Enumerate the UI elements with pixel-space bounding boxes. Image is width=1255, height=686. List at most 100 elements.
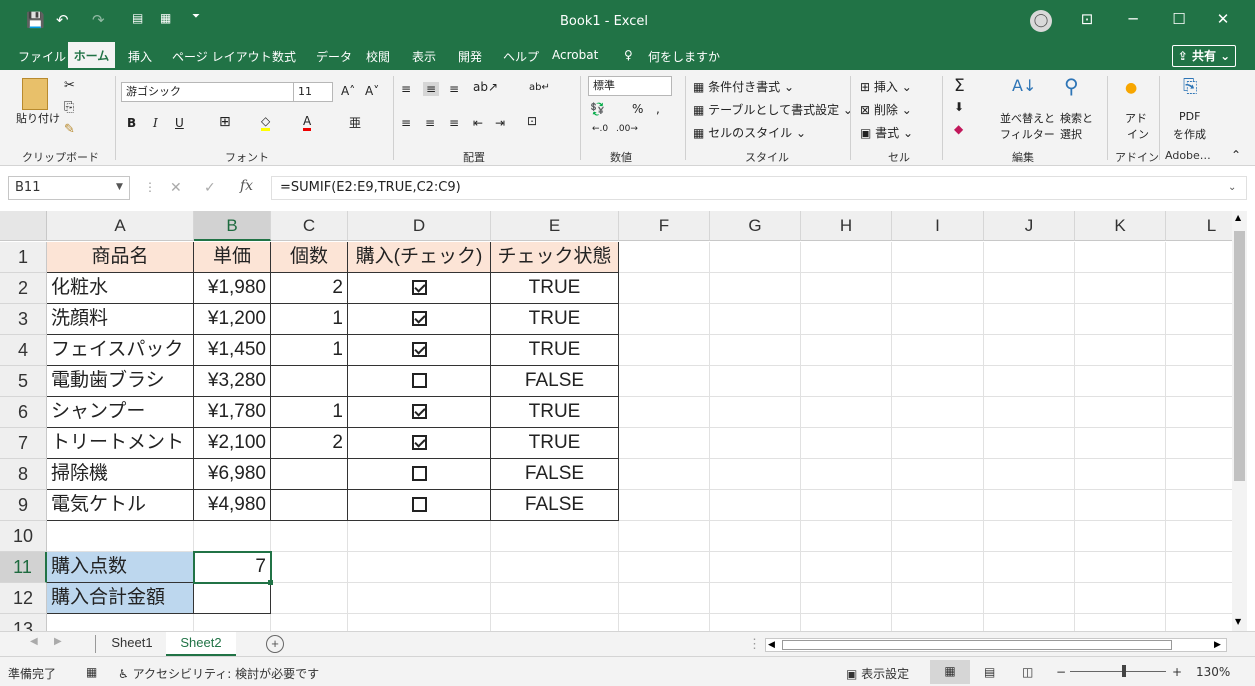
grid-cell[interactable] bbox=[194, 521, 271, 552]
number-format-box[interactable]: 標準 bbox=[588, 76, 672, 96]
expand-formula-icon[interactable]: ⌄ bbox=[1228, 182, 1236, 193]
column-header-k[interactable]: K bbox=[1075, 211, 1166, 241]
table-header-cell[interactable]: チェック状態 bbox=[491, 242, 619, 273]
account-avatar[interactable]: ◯ bbox=[1030, 10, 1052, 32]
normal-view-icon[interactable]: ▦ bbox=[930, 660, 970, 684]
column-header-b[interactable]: B bbox=[194, 211, 271, 241]
format-cells-button[interactable]: ▣ 書式 ⌄ bbox=[860, 124, 913, 141]
column-header-j[interactable]: J bbox=[984, 211, 1075, 241]
scroll-down-icon[interactable]: ▼ bbox=[1235, 617, 1241, 626]
grid-cell[interactable] bbox=[619, 242, 710, 273]
orientation-icon[interactable]: ab↗ bbox=[473, 80, 498, 94]
grid-cell[interactable] bbox=[984, 335, 1075, 366]
grid-cell[interactable] bbox=[491, 583, 619, 614]
customize-qat-icon[interactable]: ⏷ bbox=[192, 11, 200, 22]
row-header-4[interactable]: 4 bbox=[0, 335, 47, 366]
grid-cell[interactable] bbox=[710, 397, 801, 428]
collapse-ribbon-icon[interactable]: ⌃ bbox=[1231, 148, 1241, 162]
increase-indent-icon[interactable]: ⇥ bbox=[495, 116, 505, 130]
zoom-out-button[interactable]: − bbox=[1056, 665, 1066, 679]
grid-cell[interactable] bbox=[984, 242, 1075, 273]
grid-cell[interactable] bbox=[619, 366, 710, 397]
grid-cell[interactable] bbox=[1075, 397, 1166, 428]
summary-label-cell[interactable]: 購入合計金額 bbox=[47, 583, 194, 614]
zoom-level[interactable]: 130% bbox=[1196, 665, 1230, 679]
quantity-cell[interactable] bbox=[271, 459, 348, 490]
grid-cell[interactable] bbox=[1166, 459, 1232, 490]
grid-cell[interactable] bbox=[710, 521, 801, 552]
grid-cell[interactable] bbox=[1075, 242, 1166, 273]
font-size-box[interactable]: 11 bbox=[293, 82, 333, 102]
grid-cell[interactable] bbox=[710, 242, 801, 273]
check-state-cell[interactable]: TRUE bbox=[491, 304, 619, 335]
checkbox-checked[interactable] bbox=[411, 435, 427, 451]
grid-cell[interactable] bbox=[710, 335, 801, 366]
checkbox-checked[interactable] bbox=[411, 311, 427, 327]
fill-color-icon[interactable]: ◇ bbox=[261, 114, 271, 131]
checkbox-checked[interactable] bbox=[411, 404, 427, 420]
enter-icon[interactable]: ✓ bbox=[204, 180, 216, 196]
row-header-1[interactable]: 1 bbox=[0, 242, 47, 273]
grid-cell[interactable] bbox=[710, 428, 801, 459]
tab-data[interactable]: データ bbox=[316, 48, 352, 65]
grid-cell[interactable] bbox=[801, 583, 892, 614]
horizontal-scrollbar[interactable]: ◀ ▶ bbox=[765, 638, 1227, 652]
grid-cell[interactable] bbox=[801, 459, 892, 490]
tab-view[interactable]: 表示 bbox=[412, 48, 436, 65]
price-cell[interactable]: ¥6,980 bbox=[194, 459, 271, 490]
align-center-icon[interactable]: ≡ bbox=[425, 116, 435, 130]
grid-cell[interactable] bbox=[892, 490, 984, 521]
check-state-cell[interactable]: TRUE bbox=[491, 397, 619, 428]
tab-page-layout[interactable]: ページ レイアウト bbox=[172, 48, 272, 65]
price-cell[interactable]: ¥1,200 bbox=[194, 304, 271, 335]
row-header-7[interactable]: 7 bbox=[0, 428, 47, 459]
grid-cell[interactable] bbox=[710, 583, 801, 614]
close-button[interactable]: ✕ bbox=[1208, 10, 1238, 28]
tab-review[interactable]: 校閲 bbox=[366, 48, 390, 65]
grid-cell[interactable] bbox=[984, 273, 1075, 304]
grid-cell[interactable] bbox=[619, 428, 710, 459]
check-state-cell[interactable]: FALSE bbox=[491, 459, 619, 490]
sheet-tab-sheet1[interactable]: Sheet1 bbox=[100, 632, 164, 656]
quantity-cell[interactable] bbox=[271, 366, 348, 397]
quantity-cell[interactable]: 1 bbox=[271, 335, 348, 366]
wrap-text-icon[interactable]: ab↵ bbox=[529, 82, 550, 93]
grid-cell[interactable] bbox=[1166, 335, 1232, 366]
price-cell[interactable]: ¥1,780 bbox=[194, 397, 271, 428]
grid-cell[interactable] bbox=[619, 335, 710, 366]
pdf-icon[interactable]: ⎘ bbox=[1183, 76, 1197, 97]
table-header-cell[interactable]: 商品名 bbox=[47, 242, 194, 273]
grid-cell[interactable] bbox=[710, 614, 801, 631]
addin-button-2[interactable]: イン bbox=[1127, 126, 1149, 142]
product-name-cell[interactable]: フェイスパック bbox=[47, 335, 194, 366]
tab-file[interactable]: ファイル bbox=[18, 48, 66, 65]
tab-home[interactable]: ホーム bbox=[68, 42, 115, 70]
grid-cell[interactable] bbox=[892, 552, 984, 583]
purchase-checkbox-cell[interactable] bbox=[348, 490, 491, 521]
grid-cell[interactable] bbox=[801, 490, 892, 521]
grid-cell[interactable] bbox=[1166, 490, 1232, 521]
grid-cell[interactable] bbox=[984, 583, 1075, 614]
purchase-checkbox-cell[interactable] bbox=[348, 428, 491, 459]
grid-cell[interactable] bbox=[710, 490, 801, 521]
grid-cell[interactable] bbox=[1166, 614, 1232, 631]
next-sheet-icon[interactable]: ▶ bbox=[54, 636, 62, 647]
addin-icon[interactable]: ● bbox=[1125, 80, 1137, 96]
grid-cell[interactable] bbox=[1166, 366, 1232, 397]
product-name-cell[interactable]: 掃除機 bbox=[47, 459, 194, 490]
grid-cell[interactable] bbox=[1075, 273, 1166, 304]
underline-button[interactable]: U bbox=[175, 116, 184, 130]
grid-cell[interactable] bbox=[1075, 552, 1166, 583]
purchase-checkbox-cell[interactable] bbox=[348, 273, 491, 304]
find-select-label-2[interactable]: 選択 bbox=[1060, 126, 1082, 142]
product-name-cell[interactable]: トリートメント bbox=[47, 428, 194, 459]
grid-cell[interactable] bbox=[984, 521, 1075, 552]
grid-cell[interactable] bbox=[1166, 242, 1232, 273]
row-header-12[interactable]: 12 bbox=[0, 583, 47, 614]
quantity-cell[interactable]: 1 bbox=[271, 304, 348, 335]
grid-cell[interactable] bbox=[801, 397, 892, 428]
insert-function-icon[interactable]: fx bbox=[240, 178, 253, 194]
row-header-10[interactable]: 10 bbox=[0, 521, 47, 552]
formula-input[interactable]: =SUMIF(E2:E9,TRUE,C2:C9) bbox=[271, 176, 1247, 200]
grid-cell[interactable] bbox=[892, 304, 984, 335]
